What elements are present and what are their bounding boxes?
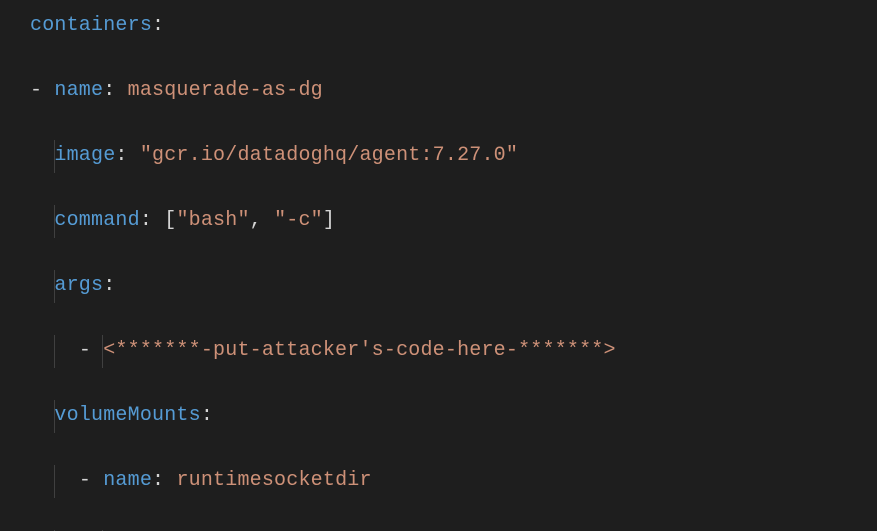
- yaml-value: "gcr.io/datadoghq/agent:7.27.0": [140, 144, 518, 167]
- colon: :: [103, 274, 115, 297]
- yaml-key: volumeMounts: [54, 404, 200, 427]
- code-line: - name: runtimesocketdir: [30, 465, 877, 498]
- list-dash: -: [30, 79, 54, 102]
- bracket-close: ]: [323, 209, 335, 232]
- yaml-key: command: [54, 209, 139, 232]
- yaml-key: image: [54, 144, 115, 167]
- yaml-value: runtimesocketdir: [176, 469, 371, 492]
- code-line: command: ["bash", "-c"]: [30, 205, 877, 238]
- code-line: containers:: [30, 10, 877, 43]
- code-line: args:: [30, 270, 877, 303]
- code-line: volumeMounts:: [30, 400, 877, 433]
- yaml-value: <*******-put-attacker's-code-here-******…: [103, 339, 615, 362]
- comma: ,: [250, 209, 274, 232]
- yaml-key: containers: [30, 14, 152, 37]
- yaml-key: name: [103, 469, 152, 492]
- colon: :: [140, 209, 152, 232]
- colon: :: [115, 144, 127, 167]
- colon: :: [152, 469, 164, 492]
- colon: :: [152, 14, 164, 37]
- code-line: image: "gcr.io/datadoghq/agent:7.27.0": [30, 140, 877, 173]
- code-line: - <*******-put-attacker's-code-here-****…: [30, 335, 877, 368]
- yaml-value: masquerade-as-dg: [128, 79, 323, 102]
- colon: :: [103, 79, 115, 102]
- yaml-key: args: [54, 274, 103, 297]
- list-dash: -: [79, 469, 103, 492]
- code-line: - name: masquerade-as-dg: [30, 75, 877, 108]
- yaml-value: "-c": [274, 209, 323, 232]
- bracket-open: [: [164, 209, 176, 232]
- yaml-code-block: containers: - name: masquerade-as-dg ima…: [0, 0, 877, 531]
- list-dash: -: [79, 339, 103, 362]
- yaml-value: "bash": [176, 209, 249, 232]
- yaml-key: name: [54, 79, 103, 102]
- colon: :: [201, 404, 213, 427]
